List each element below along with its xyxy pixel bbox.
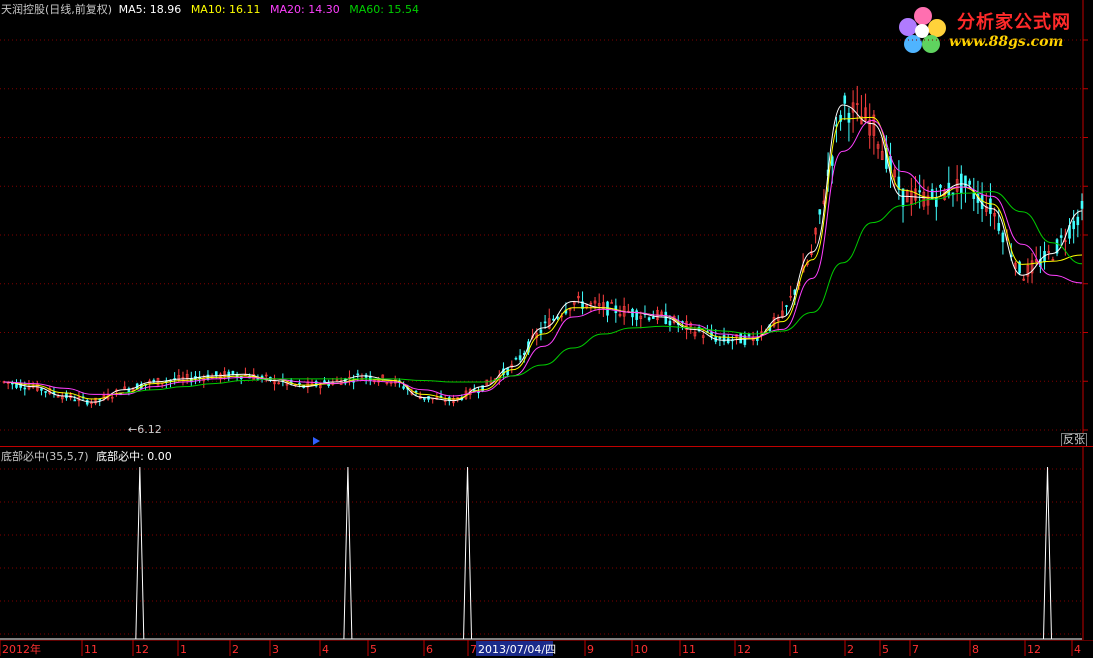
date-label: 12 [135, 643, 149, 656]
candle-body [726, 338, 730, 344]
low-price-marker: ←6.12 [128, 423, 162, 436]
cursor-date-text: 2013/07/04/四 [478, 643, 556, 656]
candle-body [997, 223, 1001, 231]
candle-body [1080, 200, 1084, 209]
candle-body [606, 301, 609, 316]
date-label: 7 [912, 643, 919, 656]
date-label: 6 [426, 643, 433, 656]
candle-body [972, 192, 976, 199]
candle-body [323, 380, 326, 383]
candle-body [968, 180, 971, 185]
candle-body [818, 209, 822, 215]
fuquan-button[interactable]: 反张 [1061, 433, 1087, 447]
candle-body [214, 371, 218, 376]
scroll-marker-icon[interactable] [313, 437, 321, 445]
candle-body [843, 95, 847, 104]
date-label: 1 [792, 643, 799, 656]
candle-body [552, 318, 555, 321]
ma-line-ma10 [3, 116, 1083, 400]
candle-body [514, 357, 518, 360]
candle-body [647, 317, 651, 321]
date-label: 11 [682, 643, 696, 656]
candle-body [40, 388, 43, 391]
signal-spike [135, 466, 145, 640]
candle-body [631, 308, 634, 318]
low-arrow-icon: ← [128, 423, 138, 436]
candle-body [65, 392, 68, 399]
candle-body [23, 387, 27, 390]
candle-body [98, 398, 102, 401]
low-price-value: 6.12 [137, 423, 162, 436]
candlesticks [2, 85, 1084, 408]
date-label: 2 [232, 643, 239, 656]
signal-spike [343, 466, 353, 640]
candle-body [785, 305, 788, 307]
candle-body [44, 391, 47, 393]
signal-spike [1043, 466, 1053, 640]
candle-body [901, 188, 905, 207]
signal-spike [463, 466, 473, 640]
candle-body [918, 190, 921, 193]
date-label: 5 [370, 643, 377, 656]
candle-body [539, 329, 543, 334]
candle-body [298, 382, 301, 385]
candle-body [664, 311, 668, 324]
candle-body [1059, 235, 1063, 238]
candle-body [356, 373, 360, 376]
date-label: 4 [322, 643, 329, 656]
candle-body [964, 175, 967, 188]
candle-body [930, 189, 934, 199]
candle-body [1072, 220, 1075, 230]
date-label: 9 [587, 643, 594, 656]
date-label: 7 [470, 643, 477, 656]
ma-line-ma60 [123, 191, 1083, 394]
date-label: 8 [972, 643, 979, 656]
candle-body [1076, 216, 1080, 226]
date-label: 1 [180, 643, 187, 656]
candle-body [939, 184, 942, 188]
candle-body [543, 321, 547, 324]
candle-body [231, 370, 235, 375]
price-chart[interactable] [0, 0, 1093, 447]
date-axis[interactable]: 2012年 11 12 1 2 3 4 5 6 7 9 10 11 12 1 2 5 7 8 12 42013/07/0… [0, 640, 1093, 658]
ma-line-ma20 [3, 119, 1083, 397]
candle-body [423, 398, 426, 400]
date-label: 12 [737, 643, 751, 656]
date-label: 12 [1027, 643, 1041, 656]
candle-body [1001, 232, 1005, 243]
candle-body [989, 198, 992, 214]
date-label: 3 [272, 643, 279, 656]
candle-body [73, 399, 77, 402]
candle-body [518, 355, 522, 360]
date-label: 2 [847, 643, 854, 656]
candle-body [651, 316, 655, 319]
date-label: 10 [634, 643, 648, 656]
date-label: 2012年 [2, 642, 41, 656]
candle-body [152, 379, 156, 382]
candle-body [402, 386, 405, 389]
date-label: 5 [882, 643, 889, 656]
indicator-chart[interactable] [0, 447, 1093, 640]
candle-body [414, 390, 418, 393]
date-label: 4 [1074, 643, 1081, 656]
ma-line-ma5 [3, 104, 1083, 403]
candle-body [847, 112, 851, 123]
candle-body [668, 320, 672, 326]
date-label: 11 [84, 643, 98, 656]
